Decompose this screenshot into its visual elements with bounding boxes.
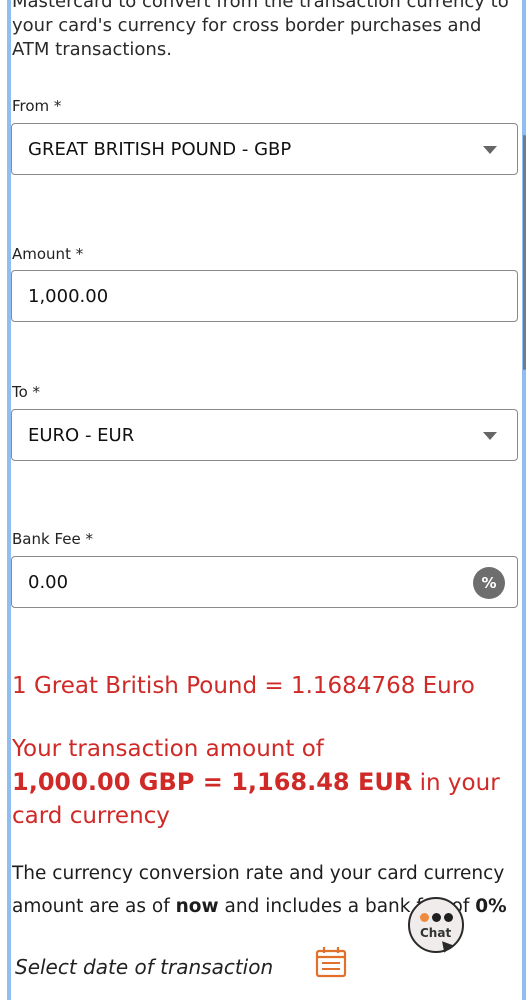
from-label: From *: [12, 97, 62, 115]
bank-fee-label: Bank Fee *: [12, 530, 93, 548]
chat-button[interactable]: Chat: [408, 897, 464, 955]
chat-dots-icon: [420, 913, 453, 922]
result-prefix: Your transaction amount of: [12, 736, 324, 762]
result-amount: 1,000.00 GBP = 1,168.48 EUR: [12, 768, 413, 796]
bank-fee-value: 0.00: [28, 572, 69, 593]
calendar-icon[interactable]: [314, 945, 348, 979]
intro-text: Mastercard to convert from the transacti…: [12, 0, 509, 60]
from-currency-value: GREAT BRITISH POUND - GBP: [28, 139, 292, 160]
chevron-down-icon: [483, 432, 497, 440]
amount-label: Amount *: [12, 245, 84, 263]
exchange-rate-text: 1 Great British Pound = 1.1684768 Euro: [12, 673, 475, 699]
amount-value: 1,000.00: [28, 286, 109, 307]
bank-fee-input[interactable]: 0.00 %: [11, 556, 518, 608]
to-currency-select[interactable]: EURO - EUR: [11, 409, 518, 461]
chat-bubble-tail: [438, 941, 454, 955]
amount-input[interactable]: 1,000.00: [11, 270, 518, 322]
chevron-down-icon: [483, 146, 497, 154]
note-now: now: [175, 896, 219, 917]
conversion-result: Your transaction amount of 1,000.00 GBP …: [12, 733, 512, 833]
select-date-label: Select date of transaction: [15, 955, 274, 979]
scrollbar-thumb[interactable]: [523, 135, 526, 370]
chat-label: Chat: [420, 926, 452, 940]
to-currency-value: EURO - EUR: [28, 425, 135, 446]
note-fee: 0%: [475, 896, 507, 917]
from-currency-select[interactable]: GREAT BRITISH POUND - GBP: [11, 123, 518, 175]
to-label: To *: [12, 383, 41, 401]
percent-icon: %: [473, 567, 505, 599]
